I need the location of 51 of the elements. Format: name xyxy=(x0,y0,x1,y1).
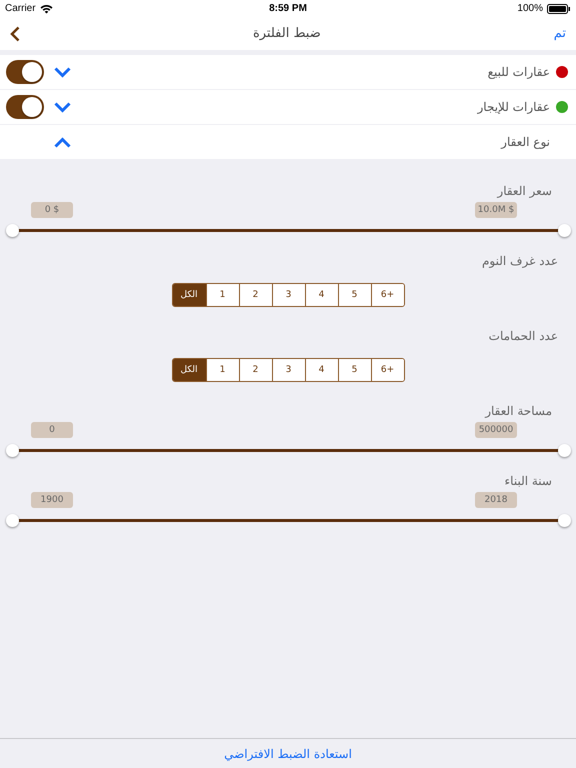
segment-option[interactable]: 1 xyxy=(206,359,238,381)
chevron-down-icon[interactable] xyxy=(54,102,71,112)
row-label: نوع العقار xyxy=(501,135,550,149)
slider-thumb[interactable] xyxy=(6,224,18,237)
reset-defaults-button[interactable]: استعادة الضبط الافتراضي xyxy=(220,746,356,760)
segment-option[interactable]: 4 xyxy=(304,359,338,381)
segment-option[interactable]: 3 xyxy=(272,284,304,306)
wifi-icon xyxy=(40,4,53,14)
battery-percent: 100% xyxy=(517,3,543,14)
value-bubble: 0 xyxy=(31,422,73,438)
chevron-up-icon[interactable] xyxy=(54,136,71,148)
filter-label: سنة البناء xyxy=(504,474,552,488)
value-bubble: 2018 xyxy=(475,492,517,508)
filter-label: سعر العقار xyxy=(497,184,552,198)
done-button[interactable]: تم xyxy=(554,26,566,41)
carrier-text: Carrier xyxy=(5,3,36,14)
row-label: عقارات للإيجار xyxy=(478,100,550,114)
filter-label: مساحة العقار xyxy=(485,404,552,418)
segment-option[interactable]: 4 xyxy=(304,284,338,306)
filter-row[interactable]: عقارات للبيع xyxy=(0,55,576,89)
segment-option[interactable]: الكل xyxy=(172,359,206,381)
segment-option[interactable]: 5 xyxy=(338,359,370,381)
status-time: 8:59 PM xyxy=(269,3,307,14)
segment-option[interactable]: 2 xyxy=(238,359,272,381)
back-chevron-icon[interactable] xyxy=(10,26,20,42)
slider-thumb[interactable] xyxy=(6,444,18,457)
chevron-down-icon[interactable] xyxy=(54,66,71,78)
toggle-switch[interactable] xyxy=(6,60,44,84)
slider-thumb[interactable] xyxy=(558,514,570,527)
segment-option[interactable]: +6 xyxy=(370,359,404,381)
segment-option[interactable]: +6 xyxy=(370,284,404,306)
nav-title: ضبط الفلترة xyxy=(252,26,321,41)
segment-option[interactable]: 1 xyxy=(206,284,238,306)
value-bubble: 500000 xyxy=(475,422,517,438)
segment-option[interactable]: 3 xyxy=(272,359,304,381)
filter-row[interactable]: نوع العقار xyxy=(0,125,576,159)
filter-label: عدد الحمامات xyxy=(488,329,558,343)
segment-option[interactable]: 5 xyxy=(338,284,370,306)
value-bubble: 0 $ xyxy=(31,202,73,218)
slider-thumb[interactable] xyxy=(6,514,18,527)
toggle-switch[interactable] xyxy=(6,95,44,119)
row-label: عقارات للبيع xyxy=(488,65,550,79)
value-bubble: 1900 xyxy=(31,492,73,508)
value-bubble: 10.0M $ xyxy=(475,202,517,218)
filter-row[interactable]: عقارات للإيجار xyxy=(0,90,576,124)
segment-option[interactable]: الكل xyxy=(172,284,206,306)
slider-thumb[interactable] xyxy=(558,444,570,457)
slider-thumb[interactable] xyxy=(558,224,570,237)
battery-icon xyxy=(547,4,571,14)
filter-label: عدد غرف النوم xyxy=(482,254,558,268)
segment-option[interactable]: 2 xyxy=(238,284,272,306)
